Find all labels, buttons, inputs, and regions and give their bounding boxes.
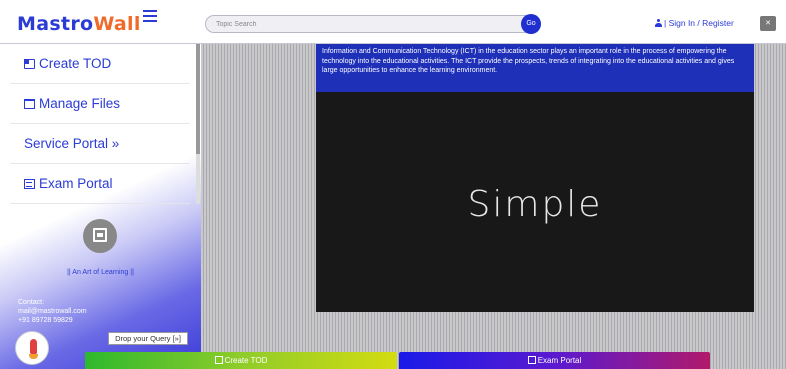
sidebar-scrollbar-track bbox=[196, 154, 200, 204]
create-icon bbox=[214, 356, 223, 364]
sidebar-item-label: Service Portal » bbox=[24, 136, 120, 151]
exam-icon bbox=[527, 356, 536, 364]
tagline: || An Art of Learning || bbox=[67, 269, 134, 276]
search-input[interactable] bbox=[216, 17, 516, 31]
info-text-box: Information and Communication Technology… bbox=[316, 44, 754, 92]
user-icon bbox=[655, 19, 662, 27]
sidebar-item-exam-portal[interactable]: Exam Portal bbox=[10, 164, 190, 204]
video-player[interactable]: Simple bbox=[316, 92, 754, 312]
go-button[interactable]: Go bbox=[521, 14, 541, 34]
sidebar-item-service-portal[interactable]: Service Portal » bbox=[10, 124, 190, 164]
speaker-mute-icon[interactable]: ✕ bbox=[760, 16, 776, 31]
search-bar: Go bbox=[205, 14, 541, 34]
exam-portal-label: Exam Portal bbox=[537, 356, 582, 365]
logo-text-mastro: Mastro bbox=[17, 13, 94, 35]
menu-icon[interactable] bbox=[142, 10, 157, 22]
sidebar-item-manage-files[interactable]: Manage Files bbox=[10, 84, 190, 124]
exam-icon bbox=[24, 179, 35, 189]
sidebar-scrollbar[interactable] bbox=[196, 44, 200, 154]
drop-query-button[interactable]: Drop your Query [»] bbox=[108, 332, 188, 345]
folder-icon bbox=[24, 99, 35, 109]
sidebar-item-create-tod[interactable]: Create TOD bbox=[10, 44, 190, 84]
header: MastroWall Go | Sign In / Register ✕ bbox=[0, 0, 786, 44]
signin-label: | Sign In / Register bbox=[664, 18, 734, 28]
sidebar-item-label: Exam Portal bbox=[39, 176, 113, 191]
create-tod-label: Create TOD bbox=[224, 356, 268, 365]
logo-text-wall: Wall bbox=[93, 13, 141, 35]
contact-phone: +91 89728 59829 bbox=[18, 317, 73, 324]
create-icon bbox=[24, 59, 35, 69]
contact-email[interactable]: mail@mastrowall.com bbox=[18, 307, 87, 316]
school-board-icon bbox=[83, 219, 117, 253]
sidebar-item-label: Create TOD bbox=[39, 56, 112, 71]
create-tod-button[interactable]: Create TOD bbox=[85, 352, 397, 369]
contact-info: Contact: mail@mastrowall.com +91 89728 5… bbox=[18, 298, 87, 325]
exam-portal-button[interactable]: Exam Portal bbox=[399, 352, 710, 369]
logo[interactable]: MastroWall bbox=[17, 10, 157, 35]
rocket-icon[interactable] bbox=[15, 331, 49, 365]
video-title-text: Simple bbox=[467, 184, 603, 225]
contact-title: Contact: bbox=[18, 299, 45, 306]
signin-link[interactable]: | Sign In / Register bbox=[655, 18, 734, 28]
sidebar-item-label: Manage Files bbox=[39, 96, 121, 111]
